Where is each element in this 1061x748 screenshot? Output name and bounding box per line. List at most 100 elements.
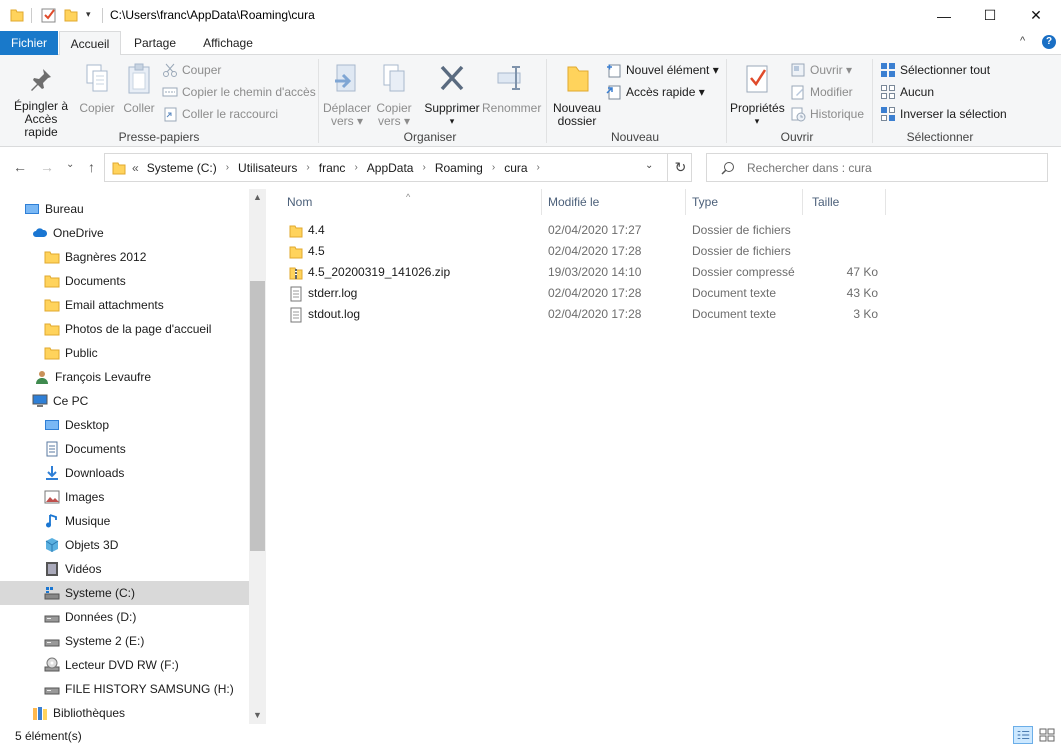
open-button[interactable]: Ouvrir ▾ bbox=[790, 61, 852, 79]
details-view-icon[interactable] bbox=[1013, 726, 1033, 744]
breadcrumb-item[interactable]: cura bbox=[504, 161, 527, 175]
history-button[interactable]: Historique bbox=[790, 105, 864, 123]
tab-share[interactable]: Partage bbox=[124, 31, 186, 55]
sidebar-item[interactable]: Desktop bbox=[0, 413, 249, 437]
scroll-up-icon[interactable]: ▲ bbox=[249, 189, 266, 206]
scroll-thumb[interactable] bbox=[250, 281, 265, 551]
file-row[interactable]: 4.5_20200319_141026.zip 19/03/2020 14:10 D… bbox=[277, 262, 887, 283]
ribbon-collapse-icon[interactable]: ^ bbox=[1020, 35, 1025, 47]
cut-button[interactable]: Couper bbox=[162, 61, 221, 79]
copy-to-button[interactable]: Copier vers ▾ bbox=[372, 63, 416, 128]
chevron-right-icon[interactable]: › bbox=[354, 162, 357, 173]
minimize-button[interactable]: — bbox=[921, 0, 967, 31]
search-input[interactable] bbox=[747, 154, 1037, 181]
chevron-right-icon[interactable]: › bbox=[226, 162, 229, 173]
column-header-type[interactable]: Type bbox=[682, 189, 802, 215]
sidebar-item[interactable]: Systeme 2 (E:) bbox=[0, 629, 249, 653]
chevron-right-icon[interactable]: › bbox=[537, 162, 540, 173]
chevron-right-icon[interactable]: › bbox=[422, 162, 425, 173]
select-all-button[interactable]: Sélectionner tout bbox=[880, 61, 990, 79]
new-item-button[interactable]: Nouvel élément ▾ bbox=[606, 61, 719, 79]
column-header-name[interactable]: Nom ^ bbox=[277, 189, 543, 215]
properties-check-icon[interactable] bbox=[41, 6, 57, 24]
sidebar-item[interactable]: Bureau bbox=[0, 197, 249, 221]
pin-quick-access-button[interactable]: Épingler à Accès rapide bbox=[8, 67, 74, 139]
sidebar-item[interactable]: Ce PC bbox=[0, 389, 249, 413]
sidebar-item[interactable]: Systeme (C:) bbox=[0, 581, 249, 605]
quick-access-dropdown-icon[interactable]: ▾ bbox=[86, 9, 91, 20]
column-divider[interactable] bbox=[885, 189, 886, 215]
tab-file[interactable]: Fichier bbox=[0, 31, 58, 55]
file-row[interactable]: stderr.log 02/04/2020 17:28 Document texte… bbox=[277, 283, 887, 304]
address-bar[interactable]: « Systeme (C:) › Utilisateurs › franc › … bbox=[104, 153, 692, 182]
sidebar-item[interactable]: FILE HISTORY SAMSUNG (H:) bbox=[0, 677, 249, 701]
column-header-size[interactable]: Taille bbox=[802, 189, 886, 215]
sidebar-item[interactable]: Lecteur DVD RW (F:) bbox=[0, 653, 249, 677]
sidebar-item[interactable]: Public bbox=[0, 341, 249, 365]
new-folder-icon[interactable] bbox=[64, 7, 78, 23]
move-to-button[interactable]: Déplacer vers ▾ bbox=[322, 63, 372, 128]
sidebar-item[interactable]: Documents bbox=[0, 437, 249, 461]
scroll-down-icon[interactable]: ▼ bbox=[249, 707, 266, 724]
breadcrumb-overflow[interactable]: « bbox=[132, 161, 139, 175]
sidebar-item[interactable]: Photos de la page d'accueil bbox=[0, 317, 249, 341]
cut-label: Couper bbox=[182, 63, 222, 77]
file-row[interactable]: 4.5 02/04/2020 17:28 Dossier de fichiers bbox=[277, 241, 887, 262]
sidebar-item[interactable]: Email attachments bbox=[0, 293, 249, 317]
back-icon[interactable]: ← bbox=[13, 159, 27, 175]
properties-dropdown-icon[interactable]: ▾ bbox=[730, 115, 784, 128]
sidebar-item[interactable]: Images bbox=[0, 485, 249, 509]
breadcrumb-item[interactable]: Systeme (C:) bbox=[147, 161, 217, 175]
search-box[interactable] bbox=[706, 153, 1048, 182]
tab-view[interactable]: Affichage bbox=[189, 31, 267, 55]
properties-button[interactable]: Propriétés ▾ bbox=[730, 63, 785, 128]
music-icon bbox=[46, 514, 57, 528]
sidebar-item[interactable]: Musique bbox=[0, 509, 249, 533]
recent-locations-icon[interactable]: ⌄ bbox=[66, 159, 74, 170]
breadcrumb-item[interactable]: AppData bbox=[367, 161, 414, 175]
refresh-button[interactable]: ↻ bbox=[667, 154, 693, 181]
sidebar-item[interactable]: Données (D:) bbox=[0, 605, 249, 629]
delete-dropdown-icon[interactable]: ▾ bbox=[422, 115, 482, 128]
sidebar-scrollbar[interactable]: ▲ ▼ bbox=[249, 189, 266, 724]
sidebar-item[interactable]: Objets 3D bbox=[0, 533, 249, 557]
breadcrumb-item[interactable]: Roaming bbox=[435, 161, 483, 175]
sidebar-item[interactable]: OneDrive bbox=[0, 221, 249, 245]
chevron-right-icon[interactable]: › bbox=[306, 162, 309, 173]
breadcrumb-item[interactable]: franc bbox=[319, 161, 346, 175]
folder-icon bbox=[44, 299, 60, 312]
delete-button[interactable]: Supprimer ▾ bbox=[422, 63, 482, 128]
sidebar-item[interactable]: François Levaufre bbox=[0, 365, 249, 389]
up-icon[interactable]: ↑ bbox=[88, 159, 95, 175]
copy-path-button[interactable]: Copier le chemin d'accès bbox=[162, 83, 316, 101]
new-folder-button[interactable]: Nouveau dossier bbox=[550, 63, 604, 128]
sidebar-item[interactable]: Bagnères 2012 bbox=[0, 245, 249, 269]
chevron-down-icon[interactable]: ⌄ bbox=[645, 160, 653, 171]
chevron-right-icon[interactable]: › bbox=[492, 162, 495, 173]
large-icons-view-icon[interactable] bbox=[1037, 726, 1057, 744]
group-divider bbox=[872, 59, 873, 143]
sidebar-item[interactable]: Downloads bbox=[0, 461, 249, 485]
rename-button[interactable]: Renommer bbox=[482, 63, 541, 115]
invert-selection-button[interactable]: Inverser la sélection bbox=[880, 105, 1007, 123]
maximize-button[interactable]: ☐ bbox=[967, 0, 1013, 31]
close-button[interactable]: ✕ bbox=[1013, 0, 1059, 31]
sidebar-item[interactable]: Documents bbox=[0, 269, 249, 293]
sidebar-item-label: Documents bbox=[65, 274, 126, 288]
sidebar-item[interactable]: Vidéos bbox=[0, 557, 249, 581]
edit-button[interactable]: Modifier bbox=[790, 83, 853, 101]
sidebar-item[interactable]: Bibliothèques bbox=[0, 701, 249, 725]
select-none-button[interactable]: Aucun bbox=[880, 83, 934, 101]
tab-home[interactable]: Accueil bbox=[59, 31, 121, 56]
sidebar-item-label: Email attachments bbox=[65, 298, 164, 312]
forward-icon[interactable]: → bbox=[40, 159, 54, 175]
file-row[interactable]: 4.4 02/04/2020 17:27 Dossier de fichiers bbox=[277, 220, 887, 241]
file-row[interactable]: stdout.log 02/04/2020 17:28 Document texte… bbox=[277, 304, 887, 325]
copy-button[interactable]: Copier bbox=[76, 63, 118, 115]
breadcrumb-item[interactable]: Utilisateurs bbox=[238, 161, 297, 175]
column-header-modified[interactable]: Modifié le bbox=[538, 189, 682, 215]
paste-shortcut-button[interactable]: Coller le raccourci bbox=[162, 105, 278, 123]
paste-button[interactable]: Coller bbox=[120, 63, 158, 115]
easy-access-button[interactable]: Accès rapide ▾ bbox=[606, 83, 705, 101]
help-icon[interactable]: ? bbox=[1042, 35, 1056, 49]
